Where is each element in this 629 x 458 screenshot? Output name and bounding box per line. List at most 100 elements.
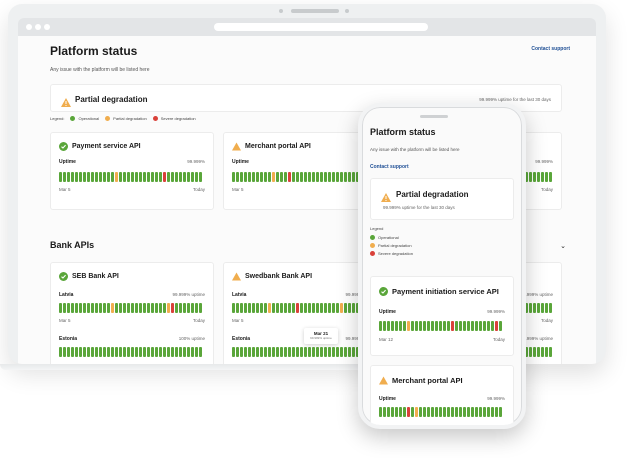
uptime-day-bar[interactable] (280, 347, 283, 357)
uptime-day-bar[interactable] (280, 303, 283, 313)
uptime-day-bar[interactable] (344, 303, 347, 313)
uptime-day-bar[interactable] (131, 172, 134, 182)
uptime-day-bar[interactable] (423, 407, 426, 417)
uptime-day-bar[interactable] (71, 347, 74, 357)
uptime-day-bar[interactable] (191, 172, 194, 182)
uptime-day-bar[interactable] (284, 303, 287, 313)
uptime-day-bar[interactable] (491, 407, 494, 417)
uptime-day-bar[interactable] (260, 303, 263, 313)
uptime-day-bar[interactable] (352, 347, 355, 357)
uptime-day-bar[interactable] (79, 347, 82, 357)
uptime-day-bar[interactable] (549, 303, 552, 313)
uptime-day-bar[interactable] (151, 303, 154, 313)
uptime-day-bar[interactable] (292, 172, 295, 182)
uptime-day-bar[interactable] (288, 347, 291, 357)
uptime-day-bar[interactable] (179, 303, 182, 313)
uptime-day-bar[interactable] (59, 303, 62, 313)
uptime-day-bar[interactable] (268, 172, 271, 182)
uptime-day-bar[interactable] (455, 407, 458, 417)
uptime-day-bar[interactable] (439, 321, 442, 331)
uptime-day-bar[interactable] (159, 172, 162, 182)
uptime-day-bar[interactable] (316, 347, 319, 357)
uptime-day-bar[interactable] (308, 303, 311, 313)
uptime-day-bar[interactable] (107, 347, 110, 357)
uptime-day-bar[interactable] (352, 303, 355, 313)
uptime-day-bar[interactable] (183, 172, 186, 182)
uptime-day-bar[interactable] (459, 321, 462, 331)
uptime-day-bar[interactable] (240, 303, 243, 313)
uptime-day-bar[interactable] (260, 347, 263, 357)
uptime-day-bar[interactable] (256, 347, 259, 357)
uptime-day-bar[interactable] (348, 347, 351, 357)
uptime-day-bar[interactable] (423, 321, 426, 331)
uptime-day-bar[interactable] (312, 347, 315, 357)
uptime-day-bar[interactable] (455, 321, 458, 331)
uptime-day-bar[interactable] (171, 172, 174, 182)
uptime-day-bar[interactable] (107, 303, 110, 313)
uptime-day-bar[interactable] (479, 407, 482, 417)
uptime-day-bar[interactable] (167, 172, 170, 182)
uptime-day-bar[interactable] (147, 172, 150, 182)
uptime-day-bar[interactable] (395, 407, 398, 417)
uptime-day-bar[interactable] (387, 407, 390, 417)
uptime-day-bar[interactable] (240, 347, 243, 357)
uptime-day-bar[interactable] (135, 172, 138, 182)
uptime-day-bar[interactable] (435, 407, 438, 417)
uptime-day-bar[interactable] (175, 347, 178, 357)
uptime-day-bar[interactable] (328, 347, 331, 357)
uptime-day-bar[interactable] (123, 172, 126, 182)
uptime-day-bar[interactable] (459, 407, 462, 417)
uptime-day-bar[interactable] (537, 347, 540, 357)
uptime-day-bar[interactable] (320, 303, 323, 313)
uptime-day-bar[interactable] (475, 407, 478, 417)
bank-card-seb[interactable]: SEB Bank API Latvia 99.999% uptime Mar 5… (50, 262, 214, 364)
uptime-day-bar[interactable] (276, 303, 279, 313)
uptime-day-bar[interactable] (159, 347, 162, 357)
uptime-day-bar[interactable] (427, 407, 430, 417)
uptime-day-bar[interactable] (155, 172, 158, 182)
uptime-day-bar[interactable] (123, 303, 126, 313)
uptime-day-bar[interactable] (232, 347, 235, 357)
uptime-day-bar[interactable] (127, 347, 130, 357)
uptime-day-bar[interactable] (340, 172, 343, 182)
window-dot[interactable] (26, 24, 32, 30)
uptime-day-bar[interactable] (411, 321, 414, 331)
uptime-day-bar[interactable] (344, 347, 347, 357)
uptime-day-bar[interactable] (159, 303, 162, 313)
uptime-day-bar[interactable] (163, 172, 166, 182)
uptime-day-bar[interactable] (151, 172, 154, 182)
uptime-day-bar[interactable] (545, 172, 548, 182)
uptime-day-bar[interactable] (348, 172, 351, 182)
uptime-day-bar[interactable] (352, 172, 355, 182)
uptime-day-bar[interactable] (549, 347, 552, 357)
uptime-day-bar[interactable] (111, 303, 114, 313)
uptime-day-bar[interactable] (107, 172, 110, 182)
chevron-down-icon[interactable]: ⌄ (560, 242, 566, 250)
uptime-day-bar[interactable] (244, 347, 247, 357)
uptime-bars[interactable] (59, 303, 202, 313)
uptime-day-bar[interactable] (268, 347, 271, 357)
uptime-day-bar[interactable] (300, 172, 303, 182)
uptime-day-bar[interactable] (179, 172, 182, 182)
uptime-day-bar[interactable] (463, 321, 466, 331)
uptime-day-bar[interactable] (199, 172, 202, 182)
uptime-day-bar[interactable] (111, 172, 114, 182)
uptime-day-bar[interactable] (348, 303, 351, 313)
uptime-day-bar[interactable] (59, 347, 62, 357)
uptime-day-bar[interactable] (143, 303, 146, 313)
uptime-day-bar[interactable] (487, 321, 490, 331)
uptime-day-bar[interactable] (407, 407, 410, 417)
uptime-day-bar[interactable] (419, 407, 422, 417)
uptime-day-bar[interactable] (529, 172, 532, 182)
uptime-day-bar[interactable] (240, 172, 243, 182)
uptime-day-bar[interactable] (403, 407, 406, 417)
uptime-day-bar[interactable] (63, 303, 66, 313)
uptime-day-bar[interactable] (545, 347, 548, 357)
mobile-contact-support-link[interactable]: Contact support (370, 164, 409, 170)
uptime-day-bar[interactable] (139, 347, 142, 357)
uptime-day-bar[interactable] (127, 172, 130, 182)
uptime-day-bar[interactable] (443, 321, 446, 331)
uptime-day-bar[interactable] (391, 407, 394, 417)
uptime-day-bar[interactable] (244, 303, 247, 313)
uptime-day-bar[interactable] (119, 303, 122, 313)
